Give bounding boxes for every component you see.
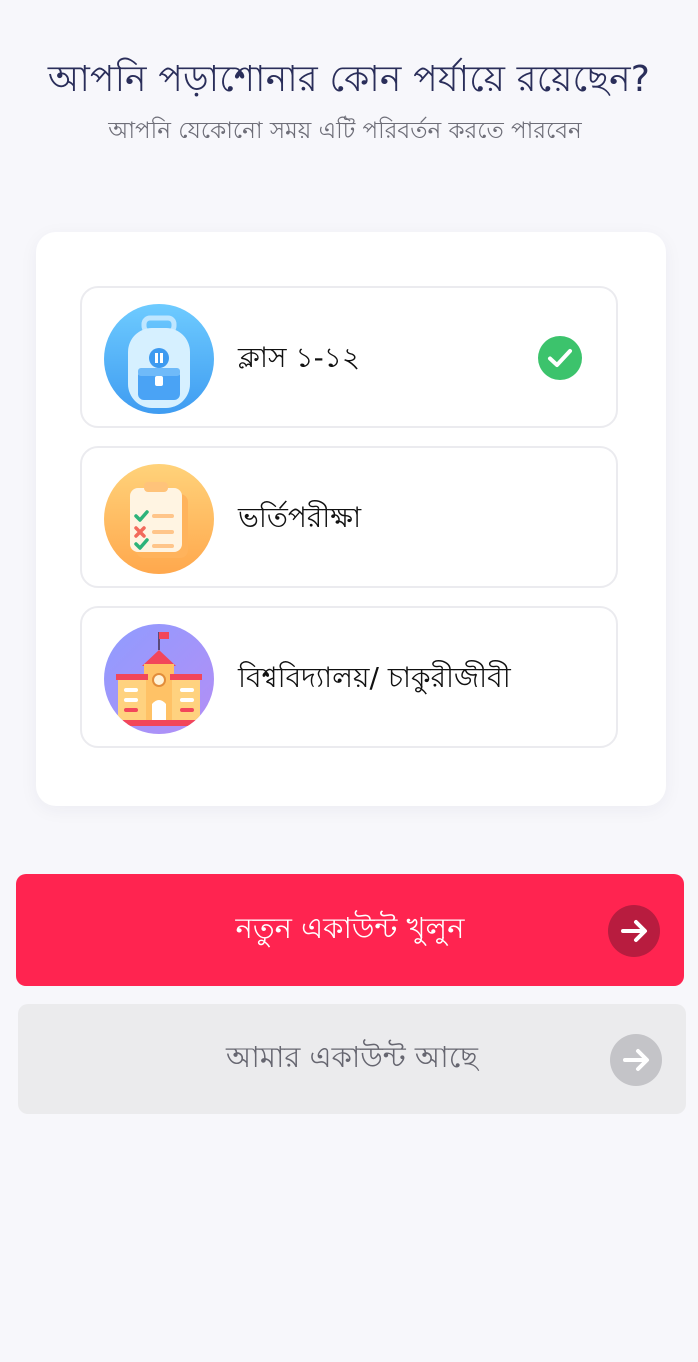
page-title: আপনি পড়াশোনার কোন পর্যায়ে রয়েছেন? xyxy=(47,59,651,100)
create-account-button[interactable]: নতুন একাউন্ট খুলুন xyxy=(16,874,684,986)
backpack-icon xyxy=(104,304,214,414)
option-admission-test[interactable]: ভর্তিপরীক্ষা xyxy=(80,446,618,588)
arrow-right-icon xyxy=(610,1034,662,1086)
option-university-job[interactable]: বিশ্ববিদ্যালয়/ চাকুরীজীবী xyxy=(80,606,618,748)
checklist-icon xyxy=(104,464,214,574)
option-label: বিশ্ববিদ্যালয়/ চাকুরীজীবী xyxy=(238,661,511,694)
option-label: ভর্তিপরীক্ষা xyxy=(238,501,362,534)
have-account-label: আমার একাউন্ট আছে xyxy=(226,1039,478,1074)
create-account-label: নতুন একাউন্ট খুলুন xyxy=(235,910,465,945)
option-label: ক্লাস ১-১২ xyxy=(238,341,361,374)
arrow-right-icon xyxy=(608,905,660,957)
university-building-icon xyxy=(104,624,214,734)
have-account-button[interactable]: আমার একাউন্ট আছে xyxy=(18,1004,686,1114)
check-icon xyxy=(538,336,582,380)
options-card: ক্লাস ১-১২ ভর্তিপরীক্ষা বিশ্ববিদ্যালয়/ … xyxy=(36,232,666,806)
option-class-1-12[interactable]: ক্লাস ১-১২ xyxy=(80,286,618,428)
page-subtitle: আপনি যেকোনো সময় এটি পরিবর্তন করতে পারবে… xyxy=(108,118,582,144)
